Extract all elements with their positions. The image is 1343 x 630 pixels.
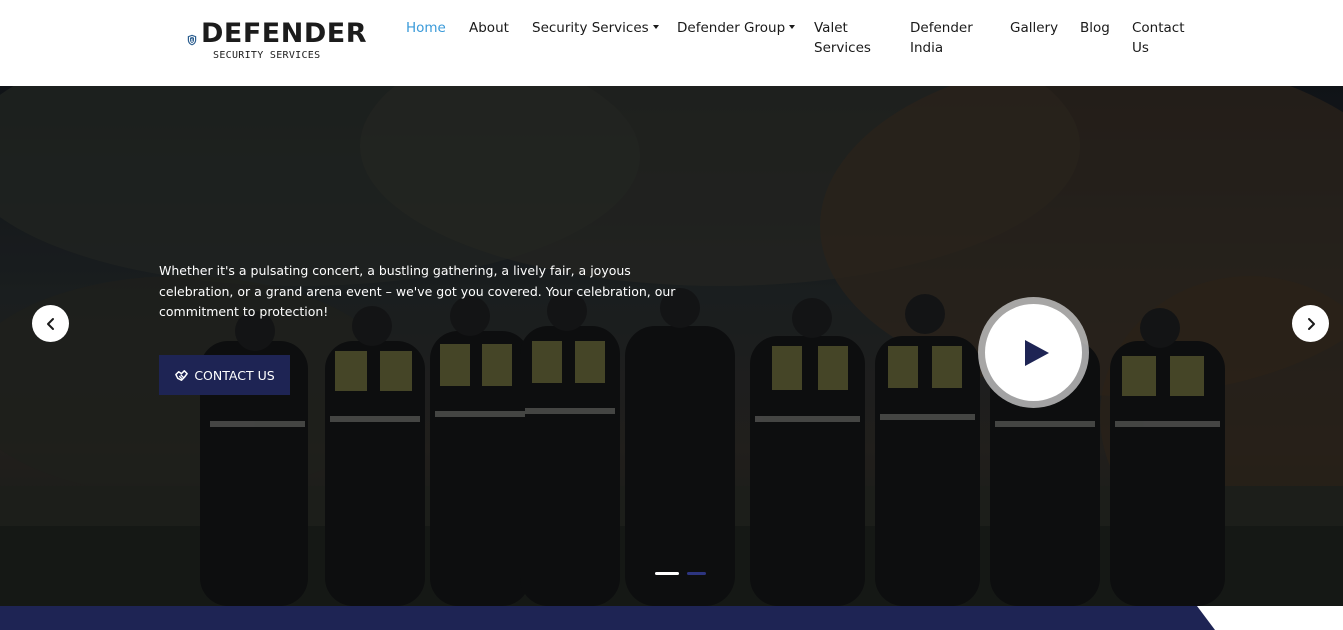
nav-item-valet-services[interactable]: Valet Services	[814, 19, 871, 58]
bottom-band	[0, 606, 1343, 630]
nav-item-contact-us[interactable]: Contact Us	[1132, 19, 1185, 58]
chevron-left-icon	[46, 317, 54, 330]
nav-item-valet-services-line1: Valet	[814, 20, 848, 36]
slider-dot-2[interactable]	[687, 572, 706, 575]
nav-item-defender-india-line1: Defender	[910, 20, 973, 36]
caret-down-icon	[789, 25, 796, 29]
nav-item-home[interactable]: Home	[406, 19, 446, 39]
site-header: DEFENDER SECURITY SERVICES Home About Se…	[0, 0, 1343, 86]
main-nav: Home About Security Services Defender Gr…	[0, 19, 1343, 69]
slider-next-button[interactable]	[1292, 305, 1329, 342]
contact-us-label: CONTACT US	[194, 367, 275, 383]
slider-prev-button[interactable]	[32, 305, 69, 342]
play-video-button[interactable]	[978, 297, 1089, 408]
nav-item-blog[interactable]: Blog	[1080, 19, 1110, 39]
nav-item-defender-group[interactable]: Defender Group	[677, 19, 796, 39]
nav-item-contact-us-line2: Us	[1132, 39, 1149, 56]
nav-item-security-services-label: Security Services	[532, 20, 649, 36]
nav-item-security-services[interactable]: Security Services	[532, 19, 659, 39]
hero-background-image	[0, 86, 1343, 606]
nav-item-contact-us-line1: Contact	[1132, 20, 1185, 36]
hero-description: Whether it's a pulsating concert, a bust…	[159, 263, 676, 320]
nav-item-gallery[interactable]: Gallery	[1010, 19, 1058, 39]
slider-dot-1[interactable]	[655, 572, 679, 575]
nav-item-defender-india-line2: India	[910, 39, 944, 56]
contact-us-button[interactable]: CONTACT US	[159, 355, 290, 395]
nav-item-defender-india[interactable]: Defender India	[910, 19, 973, 58]
chevron-right-icon	[1307, 317, 1315, 330]
play-icon	[1024, 339, 1049, 366]
play-button-disc	[985, 304, 1082, 401]
nav-item-about[interactable]: About	[469, 19, 509, 39]
nav-item-valet-services-line2: Services	[814, 39, 871, 56]
nav-item-defender-group-label: Defender Group	[677, 20, 786, 36]
caret-down-icon	[652, 25, 659, 29]
hero-slider: Whether it's a pulsating concert, a bust…	[0, 86, 1343, 606]
handshake-icon	[175, 369, 189, 381]
